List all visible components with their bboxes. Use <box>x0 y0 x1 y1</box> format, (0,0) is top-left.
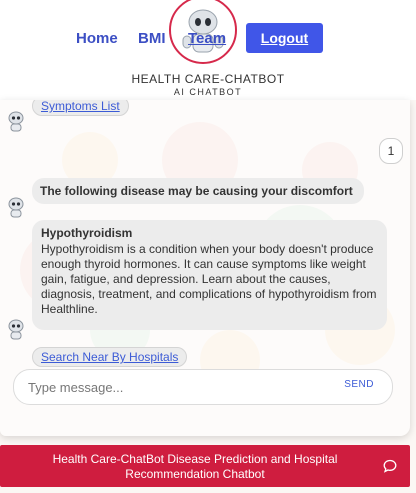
disease-title: Hypothyroidism <box>41 226 133 240</box>
robot-avatar-icon <box>8 319 24 340</box>
user-message: 1 <box>379 138 403 164</box>
brand-title: HEALTH CARE-CHATBOT <box>131 72 285 86</box>
logout-button[interactable]: Logout <box>246 23 323 53</box>
nav-bmi-link[interactable]: BMI <box>138 30 166 47</box>
chatbot-footer-bar[interactable]: Health Care-ChatBot Disease Prediction a… <box>0 445 410 487</box>
symptoms-list-link[interactable]: Symptoms List <box>32 100 129 116</box>
robot-avatar-icon <box>8 111 24 132</box>
robot-avatar-icon <box>8 197 24 218</box>
nav-team-link[interactable]: Team <box>188 30 226 47</box>
header: Home BMI Team Logout HEALTH CARE-CHATBOT… <box>0 0 416 100</box>
disease-card: Hypothyroidism Hypothyroidism is a condi… <box>32 220 387 330</box>
nav-home-link[interactable]: Home <box>76 30 118 47</box>
send-button[interactable]: SEND <box>344 379 374 390</box>
brand-subtitle: AI CHATBOT <box>173 87 243 97</box>
page: Home BMI Team Logout HEALTH CARE-CHATBOT… <box>0 0 416 493</box>
bot-message: The following disease may be causing you… <box>32 178 364 204</box>
disease-description: Hypothyroidism is a condition when your … <box>41 242 377 316</box>
message-input-box: SEND <box>13 369 393 405</box>
footer-text: Health Care-ChatBot Disease Prediction a… <box>52 452 338 481</box>
message-input[interactable] <box>26 376 320 398</box>
search-hospitals-link[interactable]: Search Near By Hospitals <box>32 347 188 367</box>
chat-bubble-icon[interactable] <box>382 458 398 474</box>
